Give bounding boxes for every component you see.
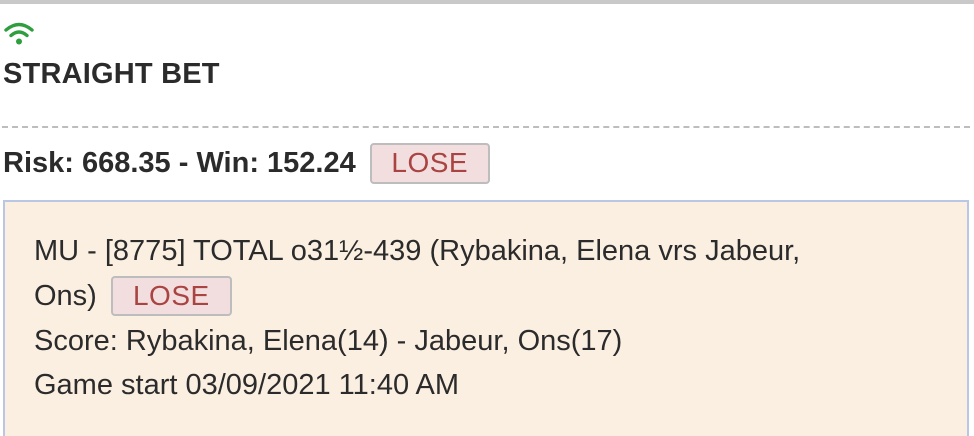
game-start-text: Game start 03/09/2021 11:40 AM	[34, 369, 460, 401]
bet-type-heading: STRAIGHT BET	[3, 58, 220, 90]
status-badge: LOSE	[369, 142, 490, 184]
dashed-divider	[2, 126, 970, 128]
risk-win-row: Risk: 668.35 - Win: 152.24 LOSE	[3, 142, 490, 184]
wager-status-badge: LOSE	[110, 276, 232, 316]
wager-detail-box: MU - [8775] TOTAL o31½-439 (Rybakina, El…	[3, 200, 969, 436]
top-divider	[0, 0, 974, 4]
risk-win-text: Risk: 668.35 - Win: 152.24	[3, 146, 356, 179]
score-text: Score: Rybakina, Elena(14) - Jabeur, Ons…	[34, 325, 623, 357]
wager-description-line2-row: Ons) LOSE	[34, 276, 232, 316]
wifi-icon	[4, 20, 34, 48]
wager-description-line1: MU - [8775] TOTAL o31½-439 (Rybakina, El…	[34, 235, 801, 267]
bet-ticket: STRAIGHT BET Risk: 668.35 - Win: 152.24 …	[0, 0, 974, 436]
wager-description-line2: Ons)	[34, 279, 97, 312]
